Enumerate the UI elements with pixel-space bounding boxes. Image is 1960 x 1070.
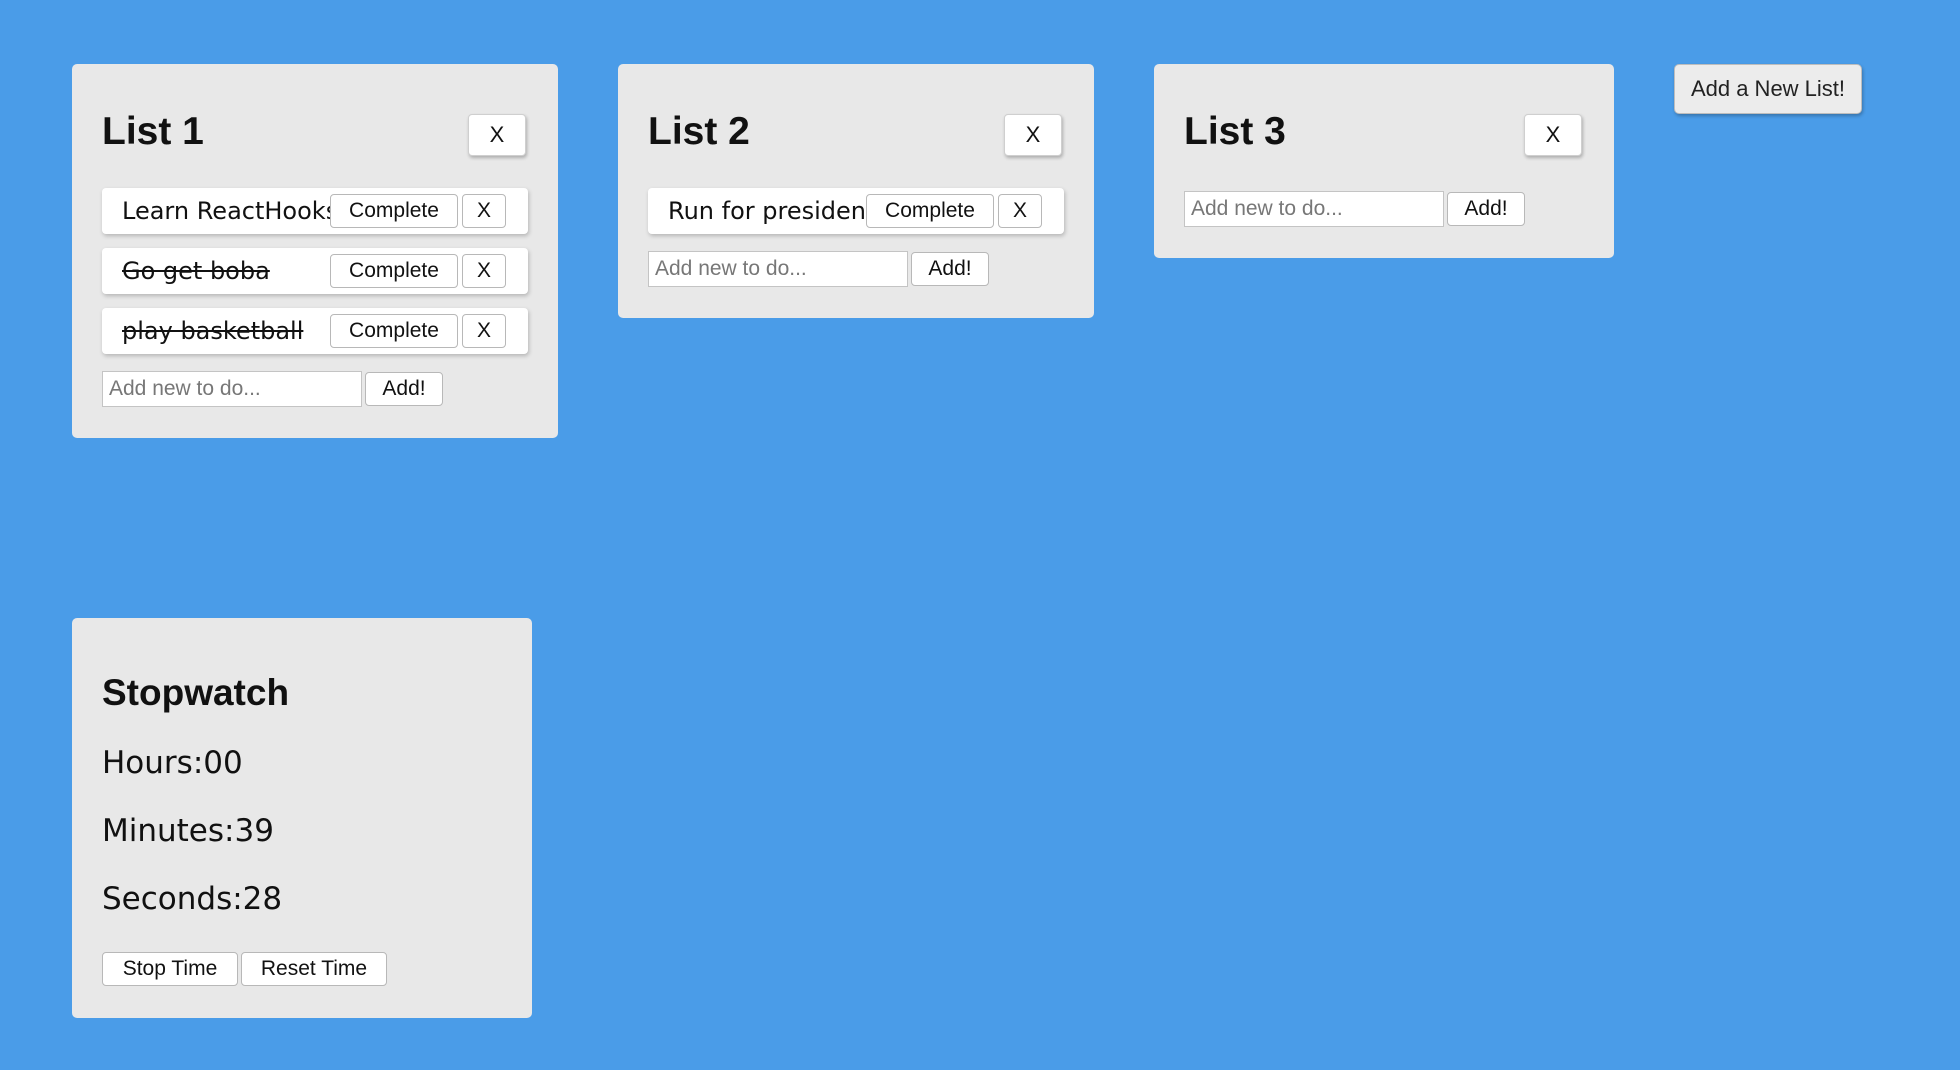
complete-button[interactable]: Complete bbox=[866, 194, 994, 228]
remove-todo-button[interactable]: X bbox=[462, 314, 506, 348]
todo-item: Go get boba Complete X bbox=[102, 248, 528, 294]
seconds-readout: Seconds:28 bbox=[102, 881, 283, 917]
new-todo-input[interactable]: Add new to do... bbox=[102, 371, 362, 407]
todo-item: Run for president Complete X bbox=[648, 188, 1064, 234]
new-todo-input[interactable]: Add new to do... bbox=[648, 251, 908, 287]
todo-text: Go get boba bbox=[122, 257, 270, 285]
add-todo-button[interactable]: Add! bbox=[365, 372, 443, 406]
close-list-button[interactable]: X bbox=[468, 114, 526, 156]
list-title: List 2 bbox=[648, 110, 750, 153]
todo-text: play basketball bbox=[122, 317, 304, 345]
list-title: List 1 bbox=[102, 110, 204, 153]
stop-time-button[interactable]: Stop Time bbox=[102, 952, 238, 986]
todo-item: Learn ReactHooks Complete X bbox=[102, 188, 528, 234]
todo-list-card: List 1 X Learn ReactHooks Complete X Go … bbox=[72, 64, 558, 438]
todo-list-card: List 2 X Run for president Complete X Ad… bbox=[618, 64, 1094, 318]
hours-readout: Hours:00 bbox=[102, 745, 243, 781]
complete-button[interactable]: Complete bbox=[330, 254, 458, 288]
todo-item: play basketball Complete X bbox=[102, 308, 528, 354]
todo-text: Learn ReactHooks bbox=[122, 197, 339, 225]
add-todo-button[interactable]: Add! bbox=[1447, 192, 1525, 226]
close-list-button[interactable]: X bbox=[1004, 114, 1062, 156]
reset-time-button[interactable]: Reset Time bbox=[241, 952, 387, 986]
minutes-readout: Minutes:39 bbox=[102, 813, 274, 849]
todo-text: Run for president bbox=[668, 197, 876, 225]
complete-button[interactable]: Complete bbox=[330, 314, 458, 348]
remove-todo-button[interactable]: X bbox=[462, 254, 506, 288]
todo-list-card: List 3 X Add new to do... Add! bbox=[1154, 64, 1614, 258]
list-title: List 3 bbox=[1184, 110, 1286, 153]
remove-todo-button[interactable]: X bbox=[998, 194, 1042, 228]
new-todo-input[interactable]: Add new to do... bbox=[1184, 191, 1444, 227]
close-list-button[interactable]: X bbox=[1524, 114, 1582, 156]
stopwatch-title: Stopwatch bbox=[102, 672, 290, 713]
stopwatch-card: Stopwatch Hours:00 Minutes:39 Seconds:28… bbox=[72, 618, 532, 1018]
add-new-list-button[interactable]: Add a New List! bbox=[1674, 64, 1862, 114]
complete-button[interactable]: Complete bbox=[330, 194, 458, 228]
remove-todo-button[interactable]: X bbox=[462, 194, 506, 228]
add-todo-button[interactable]: Add! bbox=[911, 252, 989, 286]
